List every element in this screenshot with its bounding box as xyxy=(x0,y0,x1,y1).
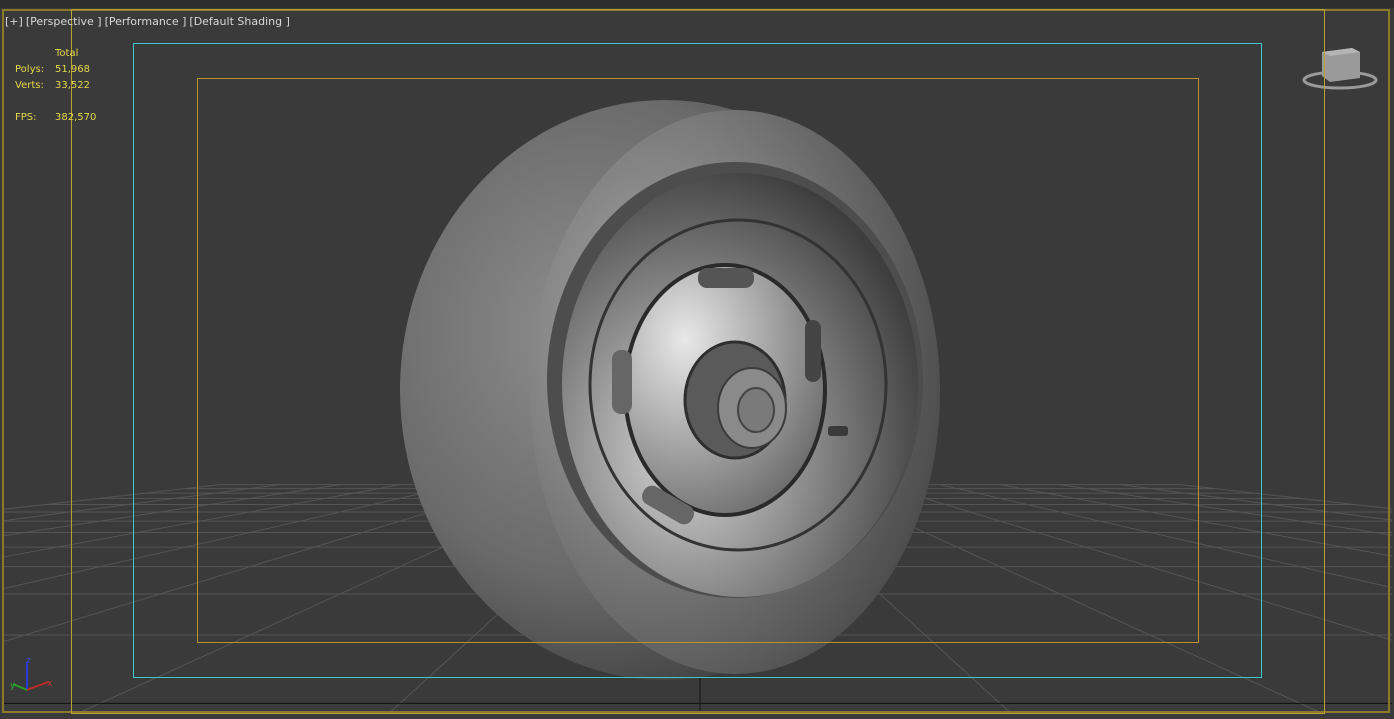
stats-verts-label: Verts: xyxy=(15,80,44,91)
stats-verts-value: 33,522 xyxy=(55,80,90,91)
stats-fps-label: FPS: xyxy=(15,112,37,123)
viewport-shading-menu[interactable]: [Default Shading ] xyxy=(189,15,289,28)
stats-fps-value: 382,570 xyxy=(55,112,97,123)
viewport-label-menu: [+] [Perspective ] [Performance ] [Default … xyxy=(5,15,293,28)
viewport-performance-menu[interactable]: [Performance ] xyxy=(105,15,187,28)
stats-polys-label: Polys: xyxy=(15,64,45,75)
statistics-overlay: Total Polys: 51,968 Verts: 33,522 FPS: 382,… xyxy=(15,46,96,126)
viewport-general-menu[interactable]: [+] xyxy=(5,15,23,28)
safe-frame-title xyxy=(197,78,1199,643)
stats-header: Total xyxy=(55,48,79,59)
viewport-pov-menu[interactable]: [Perspective ] xyxy=(26,15,102,28)
stats-polys-value: 51,968 xyxy=(55,64,90,75)
